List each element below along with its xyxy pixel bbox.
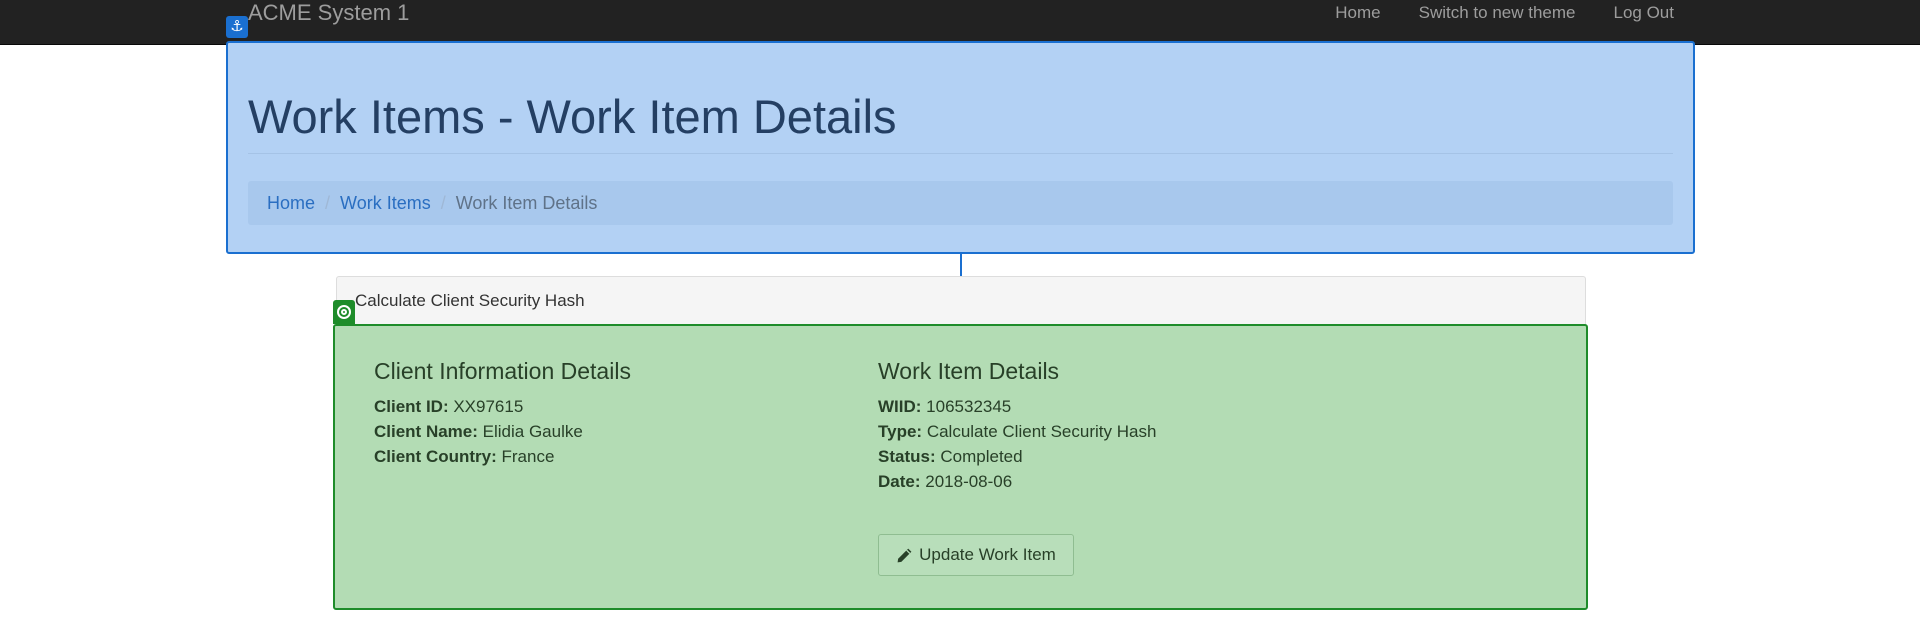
page-title: Work Items - Work Item Details: [248, 90, 897, 143]
update-work-item-button[interactable]: Update Work Item: [878, 534, 1074, 576]
pencil-icon: [896, 547, 913, 564]
top-navbar: ACME System 1 Home Switch to new theme L…: [0, 0, 1920, 45]
client-country-label: Client Country:: [374, 447, 497, 466]
breadcrumb-separator: /: [325, 192, 331, 213]
type-row: Type: Calculate Client Security Hash: [878, 420, 1156, 444]
brand-title[interactable]: ACME System 1: [248, 0, 409, 26]
nav-link-switch-theme[interactable]: Switch to new theme: [1419, 0, 1576, 26]
date-row: Date: 2018-08-06: [878, 470, 1012, 494]
nav-links: Home Switch to new theme Log Out: [1335, 0, 1674, 26]
date-label: Date:: [878, 472, 921, 491]
client-id-label: Client ID:: [374, 397, 449, 416]
date-value: 2018-08-06: [925, 472, 1013, 491]
client-country-value: France: [501, 447, 555, 466]
client-name-label: Client Name:: [374, 422, 478, 441]
nav-link-home[interactable]: Home: [1335, 0, 1380, 26]
breadcrumb-current: Work Item Details: [455, 192, 598, 213]
breadcrumb-work-items-link[interactable]: Work Items: [340, 193, 431, 214]
title-divider: [248, 153, 1673, 154]
target-icon: [333, 300, 355, 324]
type-value: Calculate Client Security Hash: [926, 422, 1157, 441]
status-value: Completed: [940, 447, 1023, 466]
anchor-icon: ⚓: [226, 16, 248, 38]
breadcrumb: Home / Work Items / Work Item Details: [248, 181, 1673, 225]
status-row: Status: Completed: [878, 445, 1023, 469]
client-section-title: Client Information Details: [374, 358, 631, 384]
update-work-item-label: Update Work Item: [919, 545, 1056, 564]
client-country-row: Client Country: France: [374, 445, 554, 469]
client-id-value: XX97615: [453, 397, 524, 416]
wiid-label: WIID:: [878, 397, 922, 416]
client-name-row: Client Name: Elidia Gaulke: [374, 420, 583, 444]
wiid-value: 106532345: [926, 397, 1012, 416]
nav-link-log-out[interactable]: Log Out: [1614, 0, 1675, 26]
client-id-row: Client ID: XX97615: [374, 395, 523, 419]
status-label: Status:: [878, 447, 936, 466]
panel-heading-title: Calculate Client Security Hash: [355, 291, 585, 310]
breadcrumb-home-link[interactable]: Home: [267, 193, 315, 214]
breadcrumb-separator: /: [440, 192, 446, 213]
type-label: Type:: [878, 422, 923, 441]
wiid-row: WIID: 106532345: [878, 395, 1011, 419]
client-name-value: Elidia Gaulke: [482, 422, 583, 441]
work-item-section-title: Work Item Details: [878, 358, 1060, 384]
